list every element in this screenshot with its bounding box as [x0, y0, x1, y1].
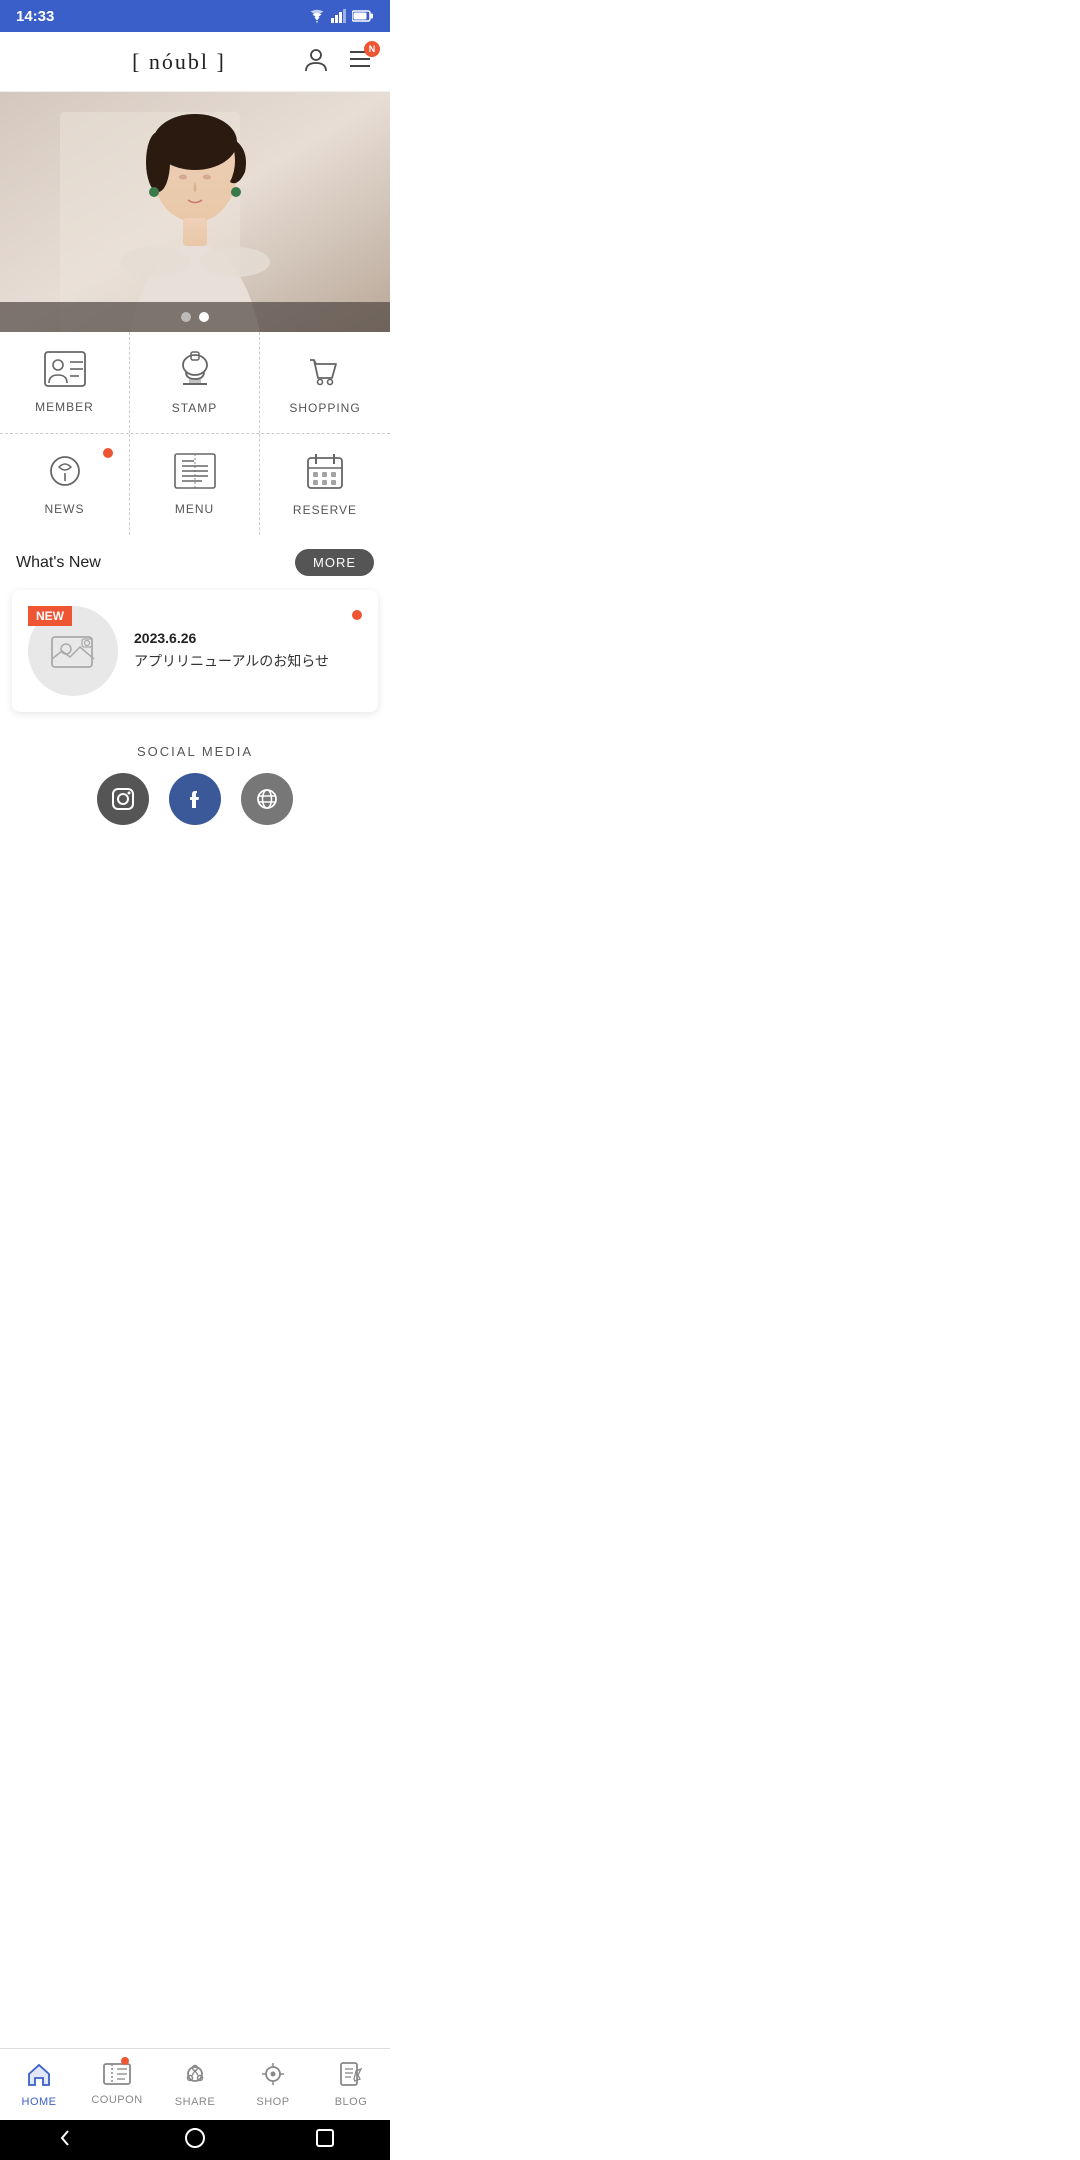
reserve-label: RESERVE — [293, 503, 357, 517]
carousel-dot-1[interactable] — [181, 312, 191, 322]
system-nav-bar — [0, 2120, 390, 2160]
hero-banner — [0, 92, 390, 332]
news-text: アプリリニューアルのお知らせ — [134, 652, 336, 672]
news-icon — [47, 453, 83, 494]
menu-grid-row2: NEWS MENU — [0, 434, 390, 535]
menu-grid-row1: MEMBER STAMP — [0, 332, 390, 434]
shopping-icon — [306, 350, 344, 393]
website-button[interactable] — [241, 773, 293, 825]
news-label: NEWS — [45, 502, 85, 516]
coupon-badge — [121, 2057, 129, 2065]
whats-new-title: What's New — [16, 554, 101, 572]
carousel-dots — [0, 302, 390, 332]
instagram-button[interactable] — [97, 773, 149, 825]
status-time: 14:33 — [16, 8, 54, 25]
app-logo: [ nóubl ] — [132, 49, 226, 75]
hero-image — [0, 92, 390, 332]
profile-button[interactable] — [302, 45, 330, 78]
battery-icon — [352, 10, 374, 22]
nav-coupon[interactable]: COUPON — [78, 2049, 156, 2120]
hero-illustration — [0, 92, 390, 332]
social-icons-row — [16, 773, 374, 825]
news-button[interactable]: NEWS — [0, 434, 130, 535]
news-card[interactable]: NEW 2023.6.26 アプリリニューアルのお知らせ — [12, 590, 378, 712]
nav-shop[interactable]: SHOP — [234, 2049, 312, 2120]
blog-icon — [338, 2061, 364, 2092]
system-home-button[interactable] — [184, 2127, 206, 2154]
new-badge: NEW — [28, 606, 72, 626]
news-unread-badge — [103, 448, 113, 458]
menu-label: MENU — [175, 502, 214, 516]
nav-blog-label: BLOG — [335, 2096, 368, 2108]
nav-home[interactable]: HOME — [0, 2049, 78, 2120]
wifi-icon — [308, 9, 326, 23]
nav-share-label: SHARE — [175, 2096, 215, 2108]
whats-new-section: What's New MORE — [0, 535, 390, 590]
bottom-nav: HOME COUPON SHARE — [0, 2048, 390, 2120]
nav-share[interactable]: SHARE — [156, 2049, 234, 2120]
facebook-button[interactable] — [169, 773, 221, 825]
reserve-button[interactable]: RESERVE — [260, 434, 390, 535]
share-icon — [182, 2061, 208, 2092]
shopping-label: SHOPPING — [289, 401, 360, 415]
stamp-button[interactable]: STAMP — [130, 332, 260, 433]
shop-icon — [260, 2061, 286, 2092]
member-icon — [44, 351, 86, 392]
status-icons — [308, 9, 374, 23]
nav-blog[interactable]: BLOG — [312, 2049, 390, 2120]
more-button[interactable]: MORE — [295, 549, 374, 576]
member-button[interactable]: MEMBER — [0, 332, 130, 433]
reserve-icon — [306, 452, 344, 495]
menu-button[interactable]: N — [346, 45, 374, 78]
back-button[interactable] — [54, 2127, 76, 2154]
coupon-icon — [103, 2063, 131, 2090]
news-unread-dot — [352, 610, 362, 620]
news-content: 2023.6.26 アプリリニューアルのお知らせ — [134, 630, 336, 672]
carousel-dot-2[interactable] — [199, 312, 209, 322]
shopping-button[interactable]: SHOPPING — [260, 332, 390, 433]
signal-icon — [331, 9, 347, 23]
social-media-title: SOCIAL MEDIA — [16, 744, 374, 759]
recent-apps-button[interactable] — [314, 2127, 336, 2154]
stamp-label: STAMP — [172, 401, 217, 415]
notification-badge: N — [364, 41, 380, 57]
stamp-icon — [176, 350, 214, 393]
home-icon — [26, 2061, 52, 2092]
app-header: [ nóubl ] N — [0, 32, 390, 92]
member-label: MEMBER — [35, 400, 94, 414]
menu-button-grid[interactable]: MENU — [130, 434, 260, 535]
nav-coupon-label: COUPON — [91, 2094, 142, 2106]
nav-shop-label: SHOP — [256, 2096, 289, 2108]
status-bar: 14:33 — [0, 0, 390, 32]
news-date: 2023.6.26 — [134, 630, 336, 646]
nav-home-label: HOME — [22, 2096, 57, 2108]
news-thumbnail: NEW — [28, 606, 118, 696]
header-actions: N — [302, 45, 374, 78]
social-media-section: SOCIAL MEDIA — [0, 728, 390, 841]
menu-icon — [174, 453, 216, 494]
